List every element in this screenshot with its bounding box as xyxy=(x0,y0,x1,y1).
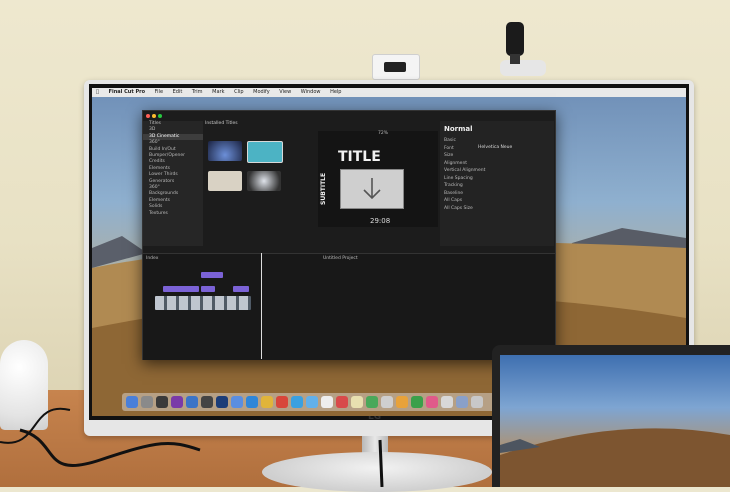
inspector-row: Size xyxy=(444,153,454,158)
viewer: TITLE SUBTITLE 29:08 72% xyxy=(318,131,438,227)
title-thumbnail[interactable] xyxy=(208,141,242,161)
menu-file[interactable]: File xyxy=(155,88,163,97)
webcam-lens xyxy=(384,62,406,72)
title-clip[interactable] xyxy=(201,272,223,278)
menu-trim[interactable]: Trim xyxy=(192,88,203,97)
inspector-row: Tracking xyxy=(444,183,463,188)
font-value[interactable]: Helvetica Neue xyxy=(478,145,512,150)
minimize-window-icon[interactable] xyxy=(152,114,156,118)
inspector-heading: Normal xyxy=(444,125,473,133)
project-label: Untitled Project xyxy=(323,256,358,261)
inspector-row: All Caps Size xyxy=(444,205,473,211)
menu-bar:  Final Cut Pro File Edit Trim Mark Clip… xyxy=(92,88,686,97)
menu-view[interactable]: View xyxy=(279,88,291,97)
timeline-index[interactable]: Index xyxy=(146,256,158,261)
menu-help[interactable]: Help xyxy=(330,88,341,97)
timecode: 29:08 xyxy=(370,217,391,225)
inspector-row: Basic xyxy=(444,138,456,143)
timeline: Index Untitled Project xyxy=(143,253,555,360)
sidebar-item-textures[interactable]: Textures xyxy=(143,211,203,217)
final-cut-pro-window: Titles 3D 3D Cinematic 360° Build In/Out… xyxy=(142,110,556,360)
viewer-title: TITLE xyxy=(338,149,381,165)
title-thumbnail[interactable] xyxy=(208,171,242,191)
zoom-level[interactable]: 72% xyxy=(378,131,388,136)
arrow-down-icon xyxy=(363,178,381,200)
inspector-row: Baseline xyxy=(444,190,464,196)
title-clip[interactable] xyxy=(163,286,199,292)
menu-app-name[interactable]: Final Cut Pro xyxy=(109,88,145,97)
microphone-icon xyxy=(500,22,546,76)
menu-mark[interactable]: Mark xyxy=(212,88,224,97)
inspector-row: Line Spacing xyxy=(444,175,473,181)
laptop-screen xyxy=(500,355,730,487)
laptop-wallpaper xyxy=(500,428,730,487)
menu-clip[interactable]: Clip xyxy=(234,88,243,97)
titles-sidebar: Titles 3D 3D Cinematic 360° Build In/Out… xyxy=(143,121,203,246)
title-thumbnail-selected[interactable] xyxy=(247,141,283,163)
menu-edit[interactable]: Edit xyxy=(173,88,183,97)
viewer-subtitle: SUBTITLE xyxy=(320,172,327,205)
title-thumbnail[interactable] xyxy=(247,171,281,191)
inspector-row: Vertical Alignment xyxy=(444,168,486,173)
zoom-window-icon[interactable] xyxy=(158,114,162,118)
title-clip[interactable] xyxy=(201,286,215,292)
inspector: Normal Basic Font Size Alignment Vertica… xyxy=(440,121,554,246)
menu-window[interactable]: Window xyxy=(301,88,321,97)
inspector-row: Alignment xyxy=(444,160,468,166)
close-window-icon[interactable] xyxy=(146,114,150,118)
title-clip[interactable] xyxy=(233,286,249,292)
apple-icon[interactable]:  xyxy=(96,88,99,97)
inspector-row: All Caps xyxy=(444,198,463,203)
video-clip[interactable] xyxy=(155,296,251,310)
browser-header: Installed Titles xyxy=(205,121,238,126)
menu-modify[interactable]: Modify xyxy=(253,88,270,97)
playhead[interactable] xyxy=(261,253,262,359)
drop-zone[interactable] xyxy=(340,169,404,209)
